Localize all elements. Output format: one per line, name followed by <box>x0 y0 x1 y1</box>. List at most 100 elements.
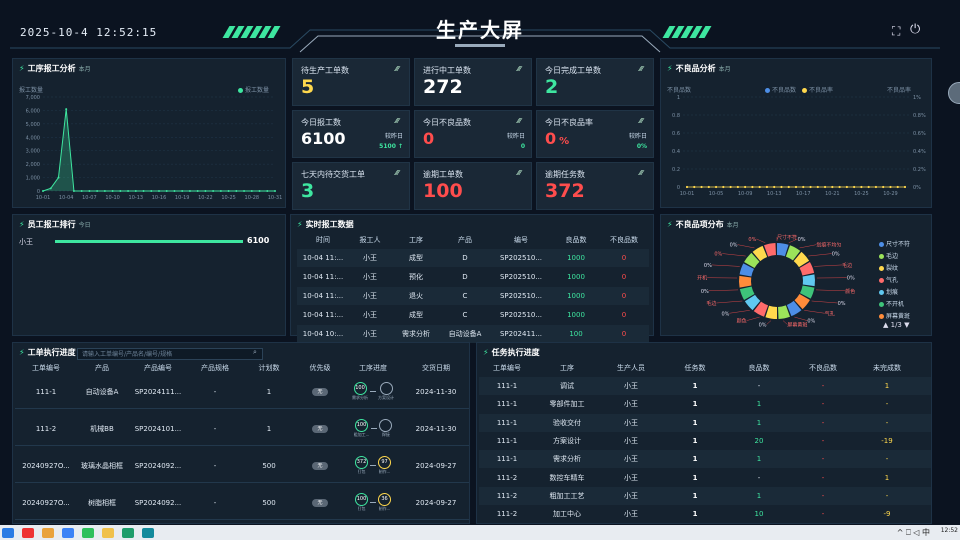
table-header: 工单编号 工序 生产人员 任务数 良品数 不良品数 未完成数 <box>479 359 931 377</box>
dist-pager[interactable]: ▲ 1/3 ▼ <box>883 321 909 329</box>
app-icon[interactable] <box>122 527 134 538</box>
search-icon[interactable]: ⌕ <box>253 348 257 357</box>
table-cell: 2024-11-30 <box>415 424 457 433</box>
kpi-card: 七天内待交货工单 ⁄⁄⁄ 3 <box>292 162 410 210</box>
x-tick-label: 10-21 <box>825 191 840 197</box>
app-icon[interactable] <box>2 527 14 538</box>
table-row: 111-2 数控车精车 小王 1 - - 1 <box>479 468 931 487</box>
table-cell: 10 <box>754 510 764 519</box>
staff-value: 6100 <box>247 236 270 245</box>
data-point <box>258 190 261 192</box>
data-point <box>751 185 754 189</box>
process-label: 焊接 <box>381 432 390 437</box>
process-label: 方案设计 <box>378 395 394 400</box>
table-cell: 0 <box>621 311 627 319</box>
data-point <box>266 190 269 192</box>
kpi-stripes-icon: ⁄⁄⁄ <box>639 65 643 73</box>
process-step: 97 制作... <box>378 456 391 475</box>
data-point <box>150 190 153 192</box>
kpi-card: 待生产工单数 ⁄⁄⁄ 5 <box>292 58 410 106</box>
table-cell: 111-2 <box>496 473 518 482</box>
donut-slice <box>739 275 752 288</box>
kpi-label: 待生产工单数 <box>301 66 349 75</box>
table-cell: 小王 <box>363 254 377 262</box>
report-title: 工序报工分析 <box>27 64 76 73</box>
legend-dot <box>879 254 884 259</box>
legend-label: 屏幕黄斑 <box>886 313 911 320</box>
tray-icons[interactable]: ^ ⎕ ◁ 中 <box>897 527 930 538</box>
table-cell: 1000 <box>567 254 585 262</box>
table-cell: 小王 <box>624 491 638 500</box>
data-point <box>65 108 68 111</box>
kpi-card: 今日完成工单数 ⁄⁄⁄ 2 <box>536 58 654 106</box>
y-tick-label: 4,000 <box>26 135 40 141</box>
table-row: 111-1 调试 小王 1 - - 1 <box>479 377 931 395</box>
power-icon[interactable]: ⏻ <box>910 22 920 37</box>
realtime-panel: ⚡ 实时报工数据 时间 报工人 工序 产品 编号 良品数 不良品数 10-04 11:... 小王… <box>290 214 654 343</box>
header-stripes-left <box>222 26 281 38</box>
slice-label: 0% <box>721 311 729 317</box>
kpi-card: 今日报工数 ⁄⁄⁄ 6100 较昨日 5100 ↑ <box>292 110 410 158</box>
app-icon[interactable] <box>142 527 154 538</box>
process-circle: 372 <box>355 456 368 469</box>
process-label: 打包 <box>357 469 366 474</box>
kpi-label: 七天内待交货工单 <box>301 170 365 179</box>
x-tick-label: 10-25 <box>854 191 869 197</box>
tasks-title: 任务执行进度 <box>491 348 540 357</box>
kpi-card: 逾期任务数 ⁄⁄⁄ 372 <box>536 162 654 210</box>
table-cell: 任务数 <box>684 364 706 372</box>
table-cell: 0 <box>621 292 627 300</box>
fullscreen-icon[interactable]: ⛶ <box>892 24 900 39</box>
workorder-search-input[interactable]: 请输入工单编号/产品名/编号/规格 <box>77 348 263 360</box>
kpi-stripes-icon: ⁄⁄⁄ <box>395 169 399 177</box>
x-tick-label: 10-05 <box>709 191 724 197</box>
table-row: 111-1 验收交付 小王 1 1 - - <box>479 413 931 432</box>
y-tick-label: 2,000 <box>26 162 40 168</box>
table-cell: 小王 <box>624 418 638 427</box>
process-step: 36 制作... <box>378 493 391 512</box>
table-cell: 1 <box>692 382 698 390</box>
table-cell: D <box>462 273 468 281</box>
x-tick-label: 10-07 <box>82 195 97 201</box>
process-label: 制作... <box>378 469 391 474</box>
legend-item: 裂纹 <box>879 263 910 272</box>
table-cell: 111-1 <box>496 400 518 409</box>
side-handle-icon[interactable] <box>948 82 960 104</box>
realtime-title: 实时报工数据 <box>305 220 354 229</box>
table-cell: 1000 <box>567 292 585 300</box>
table-cell: 10-04 10:... <box>302 330 344 338</box>
data-point <box>235 190 238 192</box>
table-cell: 工序 <box>409 236 423 244</box>
table-cell: 加工中心 <box>553 510 581 519</box>
series-line <box>42 109 275 192</box>
y-tick-label: 0.8 <box>672 113 680 119</box>
table-cell: SP202510... <box>499 311 543 319</box>
table-cell: 1 <box>692 418 698 427</box>
table-cell: 1 <box>692 510 698 519</box>
label-leader <box>815 289 846 291</box>
table-cell: 小王 <box>624 473 638 482</box>
folder-icon[interactable] <box>102 527 114 538</box>
table-cell: 1 <box>692 473 698 482</box>
defect-donut: 尺寸不符 0%划痕不均匀0%毛边0%颜色0%气孔0%屏幕黄斑0%颜色0%毛边0%开… <box>697 234 855 329</box>
browser-icon[interactable] <box>42 527 54 538</box>
table-cell: 500 <box>262 461 276 470</box>
table-cell: 机械BB <box>90 424 114 433</box>
table-cell: 不良品数 <box>809 364 837 372</box>
table-cell: 1 <box>884 382 890 390</box>
slice-label: 0% <box>714 252 722 258</box>
legend-dot <box>879 242 884 247</box>
chat-icon[interactable] <box>82 527 94 538</box>
app-icon[interactable] <box>62 527 74 538</box>
table-cell: 产品规格 <box>201 364 229 372</box>
kpi-label: 逾期任务数 <box>545 170 585 179</box>
legend-dot <box>879 290 884 295</box>
data-point <box>867 185 870 189</box>
app-icon[interactable] <box>22 527 34 538</box>
table-cell: 1 <box>692 400 698 409</box>
table-cell: D <box>462 254 468 262</box>
table-cell: - <box>885 418 889 427</box>
process-circle <box>379 419 393 432</box>
x-tick-label: 10-13 <box>767 191 782 197</box>
data-point <box>758 185 761 189</box>
